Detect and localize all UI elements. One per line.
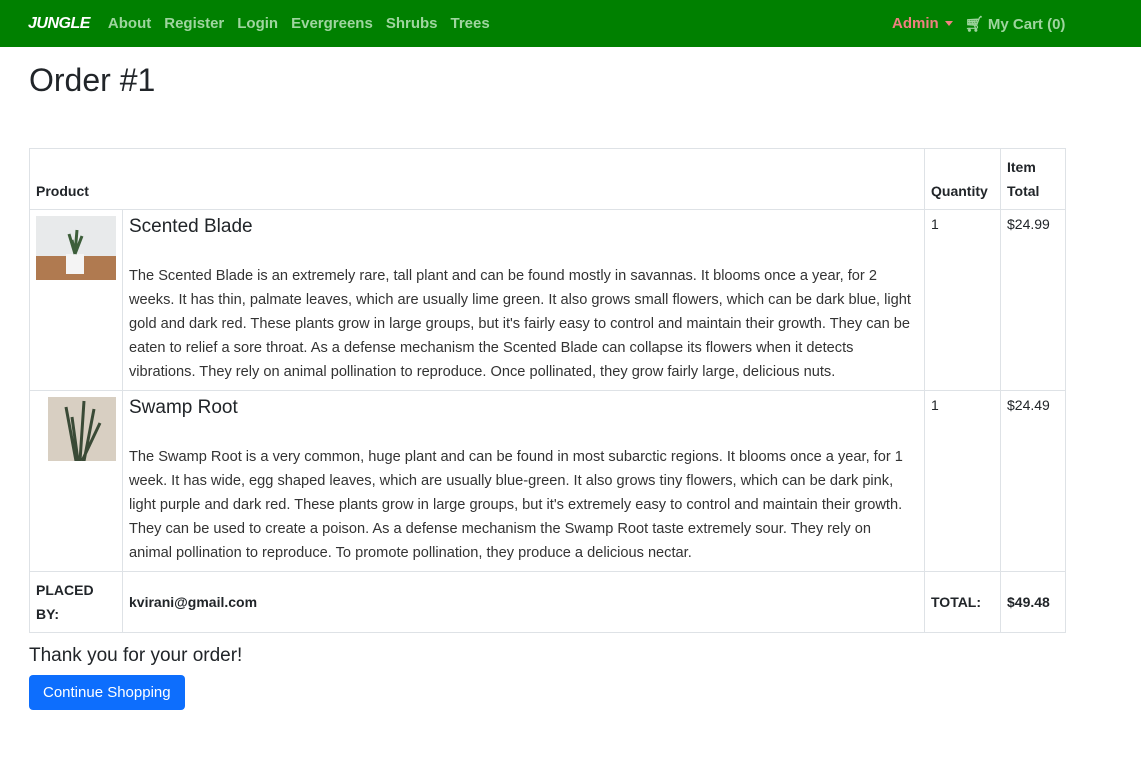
nav-trees[interactable]: Trees (451, 15, 490, 32)
quantity: 1 (924, 209, 1001, 391)
nav-login[interactable]: Login (237, 15, 278, 32)
header-product: Product (29, 148, 925, 210)
product-image (36, 216, 116, 280)
navbar: JUNGLE About Register Login Evergreens S… (0, 0, 1141, 47)
header-item-total: Item Total (1000, 148, 1066, 210)
cart-icon: 🛒︎ (964, 15, 984, 33)
cart-label: My Cart (0) (987, 15, 1066, 33)
brand-logo[interactable]: JUNGLE (28, 15, 90, 33)
nav-register[interactable]: Register (164, 15, 224, 32)
caret-down-icon (944, 21, 953, 26)
quantity: 1 (924, 390, 1001, 572)
product-name: Scented Blade (129, 216, 253, 237)
item-total: $24.49 (1000, 390, 1066, 572)
order-table: Product Quantity Item Total Scented Blad… (29, 148, 1066, 633)
nav-evergreens[interactable]: Evergreens (291, 15, 373, 32)
placed-by-label: PLACED BY: (29, 571, 123, 633)
table-row: Swamp Root The Swamp Root is a very commo… (29, 390, 1066, 572)
product-image (36, 397, 116, 461)
order-total: $49.48 (1000, 571, 1066, 633)
cart-link[interactable]: 🛒︎ My Cart (0) (965, 15, 1066, 33)
continue-shopping-button[interactable]: Continue Shopping (29, 675, 185, 710)
product-description: The Scented Blade is an extremely rare, … (129, 268, 911, 380)
header-quantity: Quantity (924, 148, 1001, 210)
item-total: $24.99 (1000, 209, 1066, 391)
total-label: TOTAL: (924, 571, 1001, 633)
page-title: Order #1 (29, 62, 156, 98)
admin-dropdown[interactable]: Admin (892, 15, 939, 32)
thank-you-message: Thank you for your order! (29, 645, 243, 666)
customer-email: kvirani@gmail.com (122, 571, 925, 633)
nav-shrubs[interactable]: Shrubs (386, 15, 438, 32)
product-description: The Swamp Root is a very common, huge pl… (129, 449, 903, 561)
table-row: Scented Blade The Scented Blade is an ext… (29, 209, 1066, 391)
product-name: Swamp Root (129, 397, 238, 418)
nav-about[interactable]: About (108, 15, 151, 32)
